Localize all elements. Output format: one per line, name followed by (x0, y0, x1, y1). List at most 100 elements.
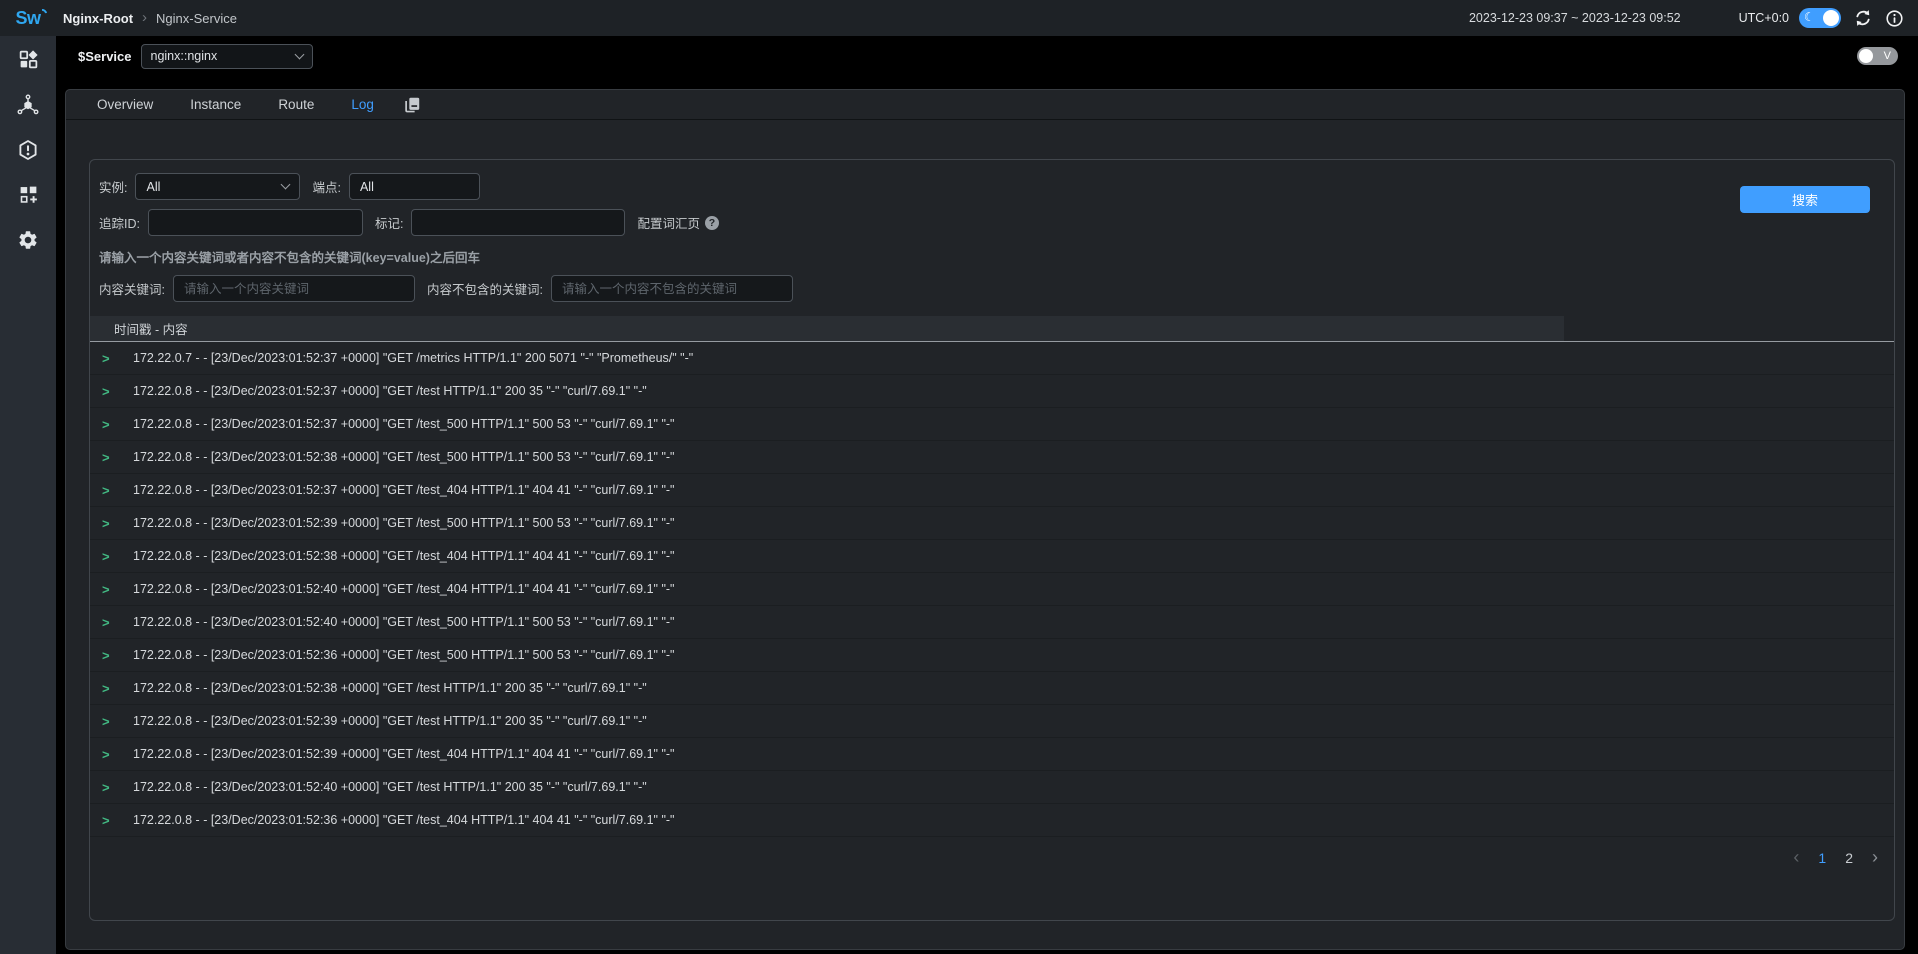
alarm-icon (17, 139, 39, 166)
sidebar-item-settings[interactable] (13, 228, 43, 256)
chevron-left-icon[interactable]: ‹ (1793, 848, 1799, 866)
sidebar (0, 36, 56, 954)
page-button-2[interactable]: 2 (1845, 850, 1853, 866)
log-content: 172.22.0.8 - - [23/Dec/2023:01:52:39 +00… (133, 747, 675, 761)
tab-route[interactable]: Route (278, 97, 314, 112)
log-row[interactable]: >172.22.0.8 - - [23/Dec/2023:01:52:38 +0… (90, 540, 1894, 573)
log-row[interactable]: >172.22.0.8 - - [23/Dec/2023:01:52:40 +0… (90, 573, 1894, 606)
expand-arrow-icon[interactable]: > (102, 780, 112, 795)
sidebar-item-marketplace[interactable] (13, 183, 43, 211)
tab-log[interactable]: Log (351, 97, 374, 112)
version-toggle[interactable]: V (1857, 47, 1898, 65)
expand-arrow-icon[interactable]: > (102, 483, 112, 498)
service-select[interactable]: nginx::nginx (141, 44, 313, 69)
logo-text: Sw (15, 8, 40, 29)
log-content: 172.22.0.8 - - [23/Dec/2023:01:52:38 +00… (133, 549, 675, 563)
exclude-keyword-input[interactable] (551, 275, 793, 302)
expand-arrow-icon[interactable]: > (102, 450, 112, 465)
chevron-down-icon (281, 180, 291, 190)
breadcrumb: Nginx-Root › Nginx-Service (63, 11, 237, 26)
page-button-1[interactable]: 1 (1818, 850, 1826, 866)
log-rows: >172.22.0.7 - - [23/Dec/2023:01:52:37 +0… (90, 342, 1894, 837)
copy-log-icon[interactable] (404, 96, 421, 113)
sidebar-item-dashboards[interactable] (13, 48, 43, 76)
log-row[interactable]: >172.22.0.8 - - [23/Dec/2023:01:52:37 +0… (90, 375, 1894, 408)
expand-arrow-icon[interactable]: > (102, 615, 112, 630)
log-row[interactable]: >172.22.0.8 - - [23/Dec/2023:01:52:36 +0… (90, 804, 1894, 837)
service-select-value: nginx::nginx (151, 49, 218, 63)
expand-arrow-icon[interactable]: > (102, 714, 112, 729)
log-row[interactable]: >172.22.0.7 - - [23/Dec/2023:01:52:37 +0… (90, 342, 1894, 375)
log-row[interactable]: >172.22.0.8 - - [23/Dec/2023:01:52:40 +0… (90, 771, 1894, 804)
expand-arrow-icon[interactable]: > (102, 747, 112, 762)
config-vocabulary-link[interactable]: 配置词汇页 (637, 213, 700, 232)
skywalking-logo: Sw (0, 8, 56, 29)
log-row[interactable]: >172.22.0.8 - - [23/Dec/2023:01:52:39 +0… (90, 507, 1894, 540)
log-row[interactable]: >172.22.0.8 - - [23/Dec/2023:01:52:39 +0… (90, 705, 1894, 738)
gear-icon (17, 229, 39, 256)
instance-select[interactable]: All (135, 173, 300, 200)
widgets-plus-icon (18, 184, 39, 210)
sidebar-item-alerting[interactable] (13, 138, 43, 166)
timezone-label: UTC+0:0 (1739, 11, 1789, 25)
log-row[interactable]: >172.22.0.8 - - [23/Dec/2023:01:52:39 +0… (90, 738, 1894, 771)
chevron-right-icon[interactable]: › (1872, 848, 1878, 866)
top-header: Sw Nginx-Root › Nginx-Service 2023-12-23… (0, 0, 1918, 36)
time-range-picker[interactable]: 2023-12-23 09:37 ~ 2023-12-23 09:52 (1469, 11, 1681, 25)
log-content: 172.22.0.8 - - [23/Dec/2023:01:52:37 +00… (133, 417, 675, 431)
log-content: 172.22.0.8 - - [23/Dec/2023:01:52:40 +00… (133, 582, 675, 596)
log-row[interactable]: >172.22.0.8 - - [23/Dec/2023:01:52:38 +0… (90, 441, 1894, 474)
endpoint-label: 端点: (312, 177, 340, 196)
expand-arrow-icon[interactable]: > (102, 582, 112, 597)
expand-arrow-icon[interactable]: > (102, 549, 112, 564)
keyword-input[interactable] (173, 275, 415, 302)
main-panel: Overview Instance Route Log 实例: All 端点: … (65, 89, 1905, 950)
filter-row-3: 内容关键词: 内容不包含的关键词: (90, 275, 1894, 302)
log-content: 172.22.0.8 - - [23/Dec/2023:01:52:38 +00… (133, 450, 675, 464)
theme-toggle[interactable]: ☾ (1799, 8, 1841, 28)
log-row[interactable]: >172.22.0.8 - - [23/Dec/2023:01:52:37 +0… (90, 474, 1894, 507)
tag-label: 标记: (375, 213, 403, 232)
keyword-label: 内容关键词: (99, 279, 165, 298)
filter-row-2: 追踪ID: 标记: 配置词汇页 ? (90, 209, 1894, 236)
expand-arrow-icon[interactable]: > (102, 681, 112, 696)
chevron-right-icon: › (142, 10, 147, 25)
sidebar-item-topology[interactable] (13, 93, 43, 121)
log-row[interactable]: >172.22.0.8 - - [23/Dec/2023:01:52:40 +0… (90, 606, 1894, 639)
trace-id-input[interactable] (148, 209, 363, 236)
breadcrumb-item-root[interactable]: Nginx-Root (63, 11, 133, 26)
log-content: 172.22.0.8 - - [23/Dec/2023:01:52:40 +00… (133, 780, 647, 794)
expand-arrow-icon[interactable]: > (102, 813, 112, 828)
keyword-hint: 请输入一个内容关键词或者内容不包含的关键词(key=value)之后回车 (99, 247, 1894, 266)
expand-arrow-icon[interactable]: > (102, 417, 112, 432)
tag-input[interactable] (411, 209, 625, 236)
tab-instance[interactable]: Instance (190, 97, 241, 112)
endpoint-input[interactable] (349, 173, 480, 200)
breadcrumb-item-current[interactable]: Nginx-Service (156, 11, 237, 26)
refresh-icon[interactable] (1853, 8, 1873, 28)
expand-arrow-icon[interactable]: > (102, 384, 112, 399)
service-bar: $Service nginx::nginx V (56, 36, 1918, 76)
expand-arrow-icon[interactable]: > (102, 648, 112, 663)
question-mark-icon[interactable]: ? (705, 216, 719, 230)
chevron-down-icon (294, 49, 304, 59)
log-content: 172.22.0.8 - - [23/Dec/2023:01:52:37 +00… (133, 384, 647, 398)
log-row[interactable]: >172.22.0.8 - - [23/Dec/2023:01:52:36 +0… (90, 639, 1894, 672)
expand-arrow-icon[interactable]: > (102, 516, 112, 531)
expand-arrow-icon[interactable]: > (102, 351, 112, 366)
tab-overview[interactable]: Overview (97, 97, 153, 112)
log-row[interactable]: >172.22.0.8 - - [23/Dec/2023:01:52:37 +0… (90, 408, 1894, 441)
log-content: 172.22.0.8 - - [23/Dec/2023:01:52:40 +00… (133, 615, 675, 629)
instance-select-value: All (146, 180, 160, 194)
tab-bar: Overview Instance Route Log (66, 90, 1904, 120)
trace-id-label: 追踪ID: (99, 213, 140, 232)
log-content: 172.22.0.8 - - [23/Dec/2023:01:52:36 +00… (133, 813, 675, 827)
log-table-header: 时间戳 - 内容 (90, 316, 1894, 342)
log-filter-card: 实例: All 端点: 搜索 追踪ID: 标记: 配置词汇页 ? 请输入一个内容… (89, 159, 1895, 921)
log-row[interactable]: >172.22.0.8 - - [23/Dec/2023:01:52:38 +0… (90, 672, 1894, 705)
filter-row-1: 实例: All 端点: 搜索 (90, 173, 1894, 200)
pagination: ‹ 1 2 › (90, 850, 1894, 866)
info-icon[interactable] (1885, 9, 1904, 28)
service-label: $Service (78, 49, 132, 64)
version-toggle-label: V (1884, 50, 1891, 62)
